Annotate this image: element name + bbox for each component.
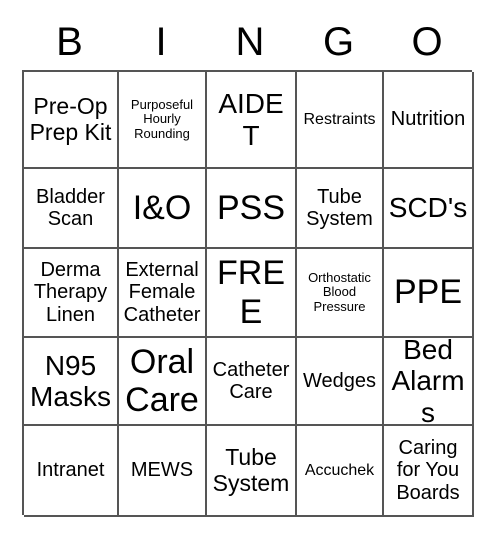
bingo-cell-label: Bladder Scan xyxy=(36,185,105,230)
bingo-cell[interactable]: Pre-Op Prep Kit xyxy=(24,72,119,169)
bingo-cell[interactable]: PSS xyxy=(207,169,297,249)
bingo-cell-label: Accuchek xyxy=(304,461,375,479)
bingo-cell-label: Oral Care xyxy=(125,342,199,419)
bingo-cell-label: Purposeful Hourly Rounding xyxy=(130,96,194,141)
bingo-cell[interactable]: Purposeful Hourly Rounding xyxy=(119,72,207,169)
bingo-cell[interactable]: SCD's xyxy=(384,169,474,249)
bingo-cell[interactable]: Tube System xyxy=(297,169,384,249)
bingo-cell[interactable]: Accuchek xyxy=(297,426,384,517)
bingo-cell[interactable]: Bed Alarms xyxy=(384,338,474,426)
bingo-header-letter-b: B xyxy=(56,20,83,64)
bingo-cell[interactable]: AIDET xyxy=(207,72,297,169)
bingo-cell[interactable]: Catheter Care xyxy=(207,338,297,426)
bingo-cell[interactable]: Orthostatic Blood Pressure xyxy=(297,249,384,338)
bingo-cell[interactable]: Nutrition xyxy=(384,72,474,169)
bingo-cell[interactable]: Tube System xyxy=(207,426,297,517)
bingo-card: B I N G O Pre-Op Prep Kit Purposeful Hourly R… xyxy=(0,0,500,544)
bingo-cell-label: Pre-Op Prep Kit xyxy=(29,92,112,145)
bingo-header-letter-n: N xyxy=(235,20,265,64)
bingo-cell-label: Tube System xyxy=(306,185,373,230)
bingo-cell-label: External Female Catheter xyxy=(123,258,201,326)
bingo-cell[interactable]: Restraints xyxy=(297,72,384,169)
bingo-cell[interactable]: External Female Catheter xyxy=(119,249,207,338)
bingo-cell[interactable]: Intranet xyxy=(24,426,119,517)
bingo-cell[interactable]: N95 Masks xyxy=(24,338,119,426)
bingo-cell-label: Caring for You Boards xyxy=(396,436,460,504)
bingo-cell-label: Intranet xyxy=(36,459,105,482)
bingo-cell-label: PSS xyxy=(216,188,286,227)
bingo-cell-label: SCD's xyxy=(388,192,468,224)
bingo-free-space[interactable]: FREE xyxy=(207,249,297,338)
bingo-cell[interactable]: Derma Therapy Linen xyxy=(24,249,119,338)
bingo-cell[interactable]: PPE xyxy=(384,249,474,338)
bingo-grid: Pre-Op Prep Kit Purposeful Hourly Roundin… xyxy=(22,70,474,517)
bingo-header-letter-o: O xyxy=(411,20,443,64)
bingo-cell-label: Bed Alarms xyxy=(391,338,465,426)
bingo-cell[interactable]: Wedges xyxy=(297,338,384,426)
bingo-cell-label: Wedges xyxy=(302,369,376,392)
bingo-cell-label: PPE xyxy=(393,273,463,312)
bingo-cell-label: Derma Therapy Linen xyxy=(33,258,108,326)
bingo-cell-label: Catheter Care xyxy=(212,358,290,403)
bingo-header-row: BINGO xyxy=(22,14,472,70)
bingo-cell-label: N95 Masks xyxy=(30,349,111,412)
bingo-cell[interactable]: Caring for You Boards xyxy=(384,426,474,517)
bingo-header-letter-g: G xyxy=(322,20,355,64)
bingo-cell-label: Nutrition xyxy=(390,108,466,131)
bingo-cell-label: MEWS xyxy=(130,459,194,482)
bingo-cell-label: Tube System xyxy=(212,443,290,496)
bingo-cell-label: Restraints xyxy=(303,110,376,128)
bingo-cell[interactable]: Oral Care xyxy=(119,338,207,426)
bingo-cell[interactable]: MEWS xyxy=(119,426,207,517)
bingo-cell-label: FREE xyxy=(217,254,285,331)
bingo-cell[interactable]: Bladder Scan xyxy=(24,169,119,249)
bingo-cell-label: AIDET xyxy=(218,88,284,151)
bingo-cell-label: I&O xyxy=(132,188,192,227)
bingo-header-letter-i: I xyxy=(155,20,167,64)
bingo-cell-label: Orthostatic Blood Pressure xyxy=(308,269,371,314)
bingo-cell[interactable]: I&O xyxy=(119,169,207,249)
